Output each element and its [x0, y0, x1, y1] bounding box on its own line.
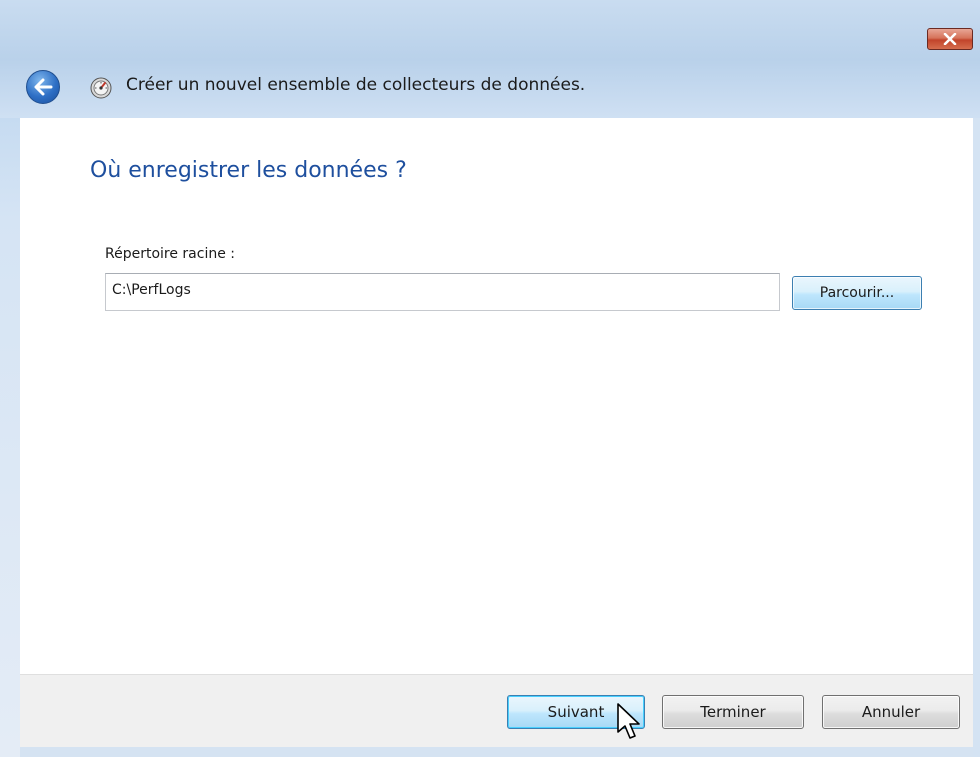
- window-frame-left: [0, 118, 20, 757]
- wizard-footer: Suivant Terminer Annuler: [20, 674, 973, 747]
- title-bar: Créer un nouvel ensemble de collecteurs …: [20, 58, 970, 118]
- page-heading: Où enregistrer les données ?: [90, 158, 407, 183]
- window-title: Créer un nouvel ensemble de collecteurs …: [126, 75, 586, 95]
- window-frame-right: [973, 118, 980, 757]
- performance-monitor-icon: [90, 77, 112, 99]
- wizard-content: Où enregistrer les données ? Répertoire …: [20, 118, 973, 674]
- back-button[interactable]: [26, 70, 60, 104]
- next-button[interactable]: Suivant: [507, 695, 645, 729]
- root-directory-label: Répertoire racine :: [105, 246, 235, 262]
- close-icon: [943, 33, 957, 45]
- back-arrow-icon: [34, 78, 53, 96]
- close-button[interactable]: [927, 28, 973, 50]
- root-directory-input[interactable]: C:\PerfLogs: [105, 273, 780, 311]
- cancel-button[interactable]: Annuler: [822, 695, 960, 729]
- browse-button[interactable]: Parcourir...: [792, 276, 922, 310]
- window-frame-bottom: [20, 747, 973, 757]
- finish-button[interactable]: Terminer: [662, 695, 804, 729]
- wizard-window: Créer un nouvel ensemble de collecteurs …: [0, 0, 980, 757]
